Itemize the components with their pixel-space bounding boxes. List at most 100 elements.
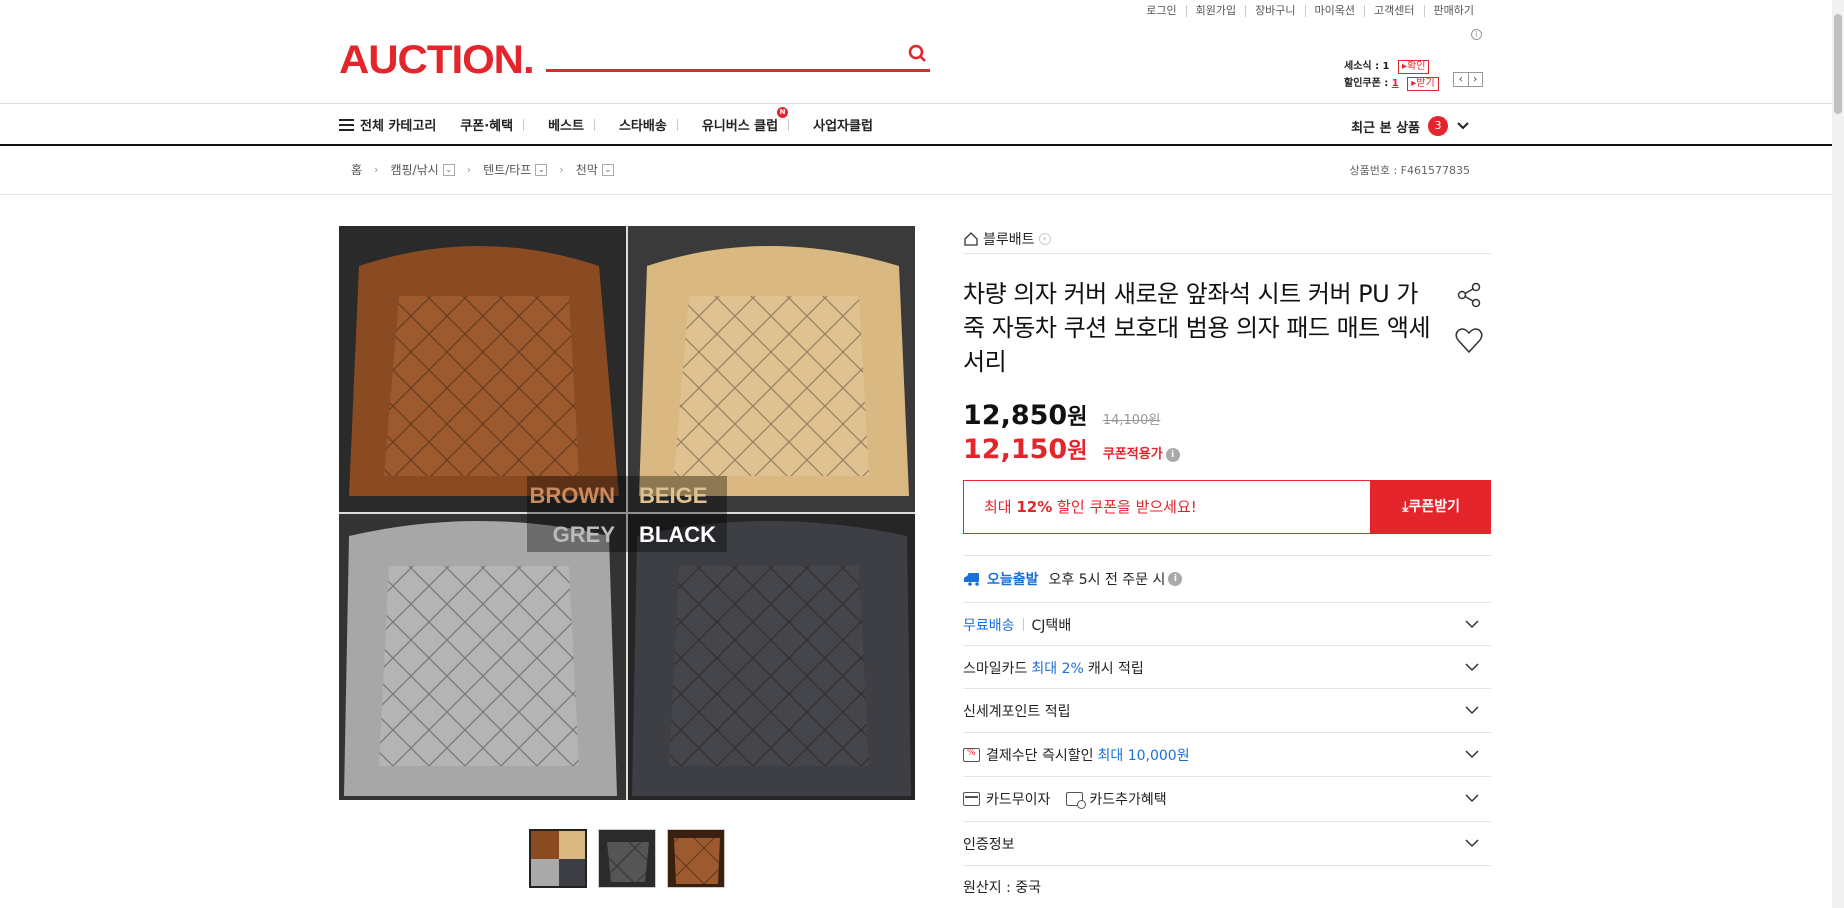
prev-arrow-icon[interactable]: ‹ [1454, 73, 1468, 86]
coupon-receive-label: 쿠폰받기 [1408, 499, 1460, 515]
coupon-price: 12,150원 쿠폰적용가 i [963, 433, 1491, 465]
nav-divider [676, 118, 678, 131]
coupon-info: 할인쿠폰 : 1 ▸받기 [1344, 74, 1439, 91]
chevron-down-icon [1457, 122, 1469, 130]
thumbnail-list [529, 829, 725, 888]
card-interest-free-label: 카드무이자 [986, 791, 1051, 808]
nav-divider [593, 118, 595, 131]
card-icon [963, 791, 980, 806]
share-icon[interactable] [1454, 280, 1484, 310]
chevron-down-icon [1465, 839, 1479, 848]
sale-price-value: 12,850 [963, 400, 1068, 431]
smile-card-row[interactable]: 스마일카드 최대 2% 캐시 적립 [963, 645, 1491, 689]
label-beige: BEIGE [639, 483, 707, 508]
payment-discount-row[interactable]: % 결제수단 즉시할인 최대 10,000원 [963, 732, 1491, 776]
ssg-point-row[interactable]: 신세계포인트 적립 [963, 688, 1491, 732]
mini-pager: ‹ › [1453, 72, 1483, 87]
free-shipping-label: 무료배송 [963, 617, 1015, 634]
chevron-down-icon[interactable]: ⌄ [535, 163, 548, 176]
breadcrumb: 홈 › 캠핑/낚시 ⌄ › 텐트/타프 ⌄ › 천막 ⌄ [351, 161, 614, 178]
breadcrumb-item-camping[interactable]: 캠핑/낚시 [390, 161, 438, 178]
nav-business-club[interactable]: 사업자클럽 [813, 115, 873, 134]
chevron-down-icon [1465, 706, 1479, 715]
nav-coupon-benefit[interactable]: 쿠폰·혜택 [460, 115, 513, 134]
coupon-receive-mini-label: 받기 [1416, 78, 1435, 89]
original-price: 14,100원 [1102, 413, 1161, 428]
info-icon[interactable]: i [1165, 448, 1180, 462]
search-box [546, 38, 930, 72]
smile-card-label: 스마일카드 [963, 660, 1028, 677]
product-main-image[interactable]: BROWN BEIGE GREY BLACK [339, 226, 915, 800]
divider [1022, 618, 1024, 631]
signup-link[interactable]: 회원가입 [1185, 5, 1245, 17]
search-input[interactable] [546, 38, 886, 68]
recent-count-badge: 3 [1428, 116, 1448, 136]
page-scrollbar[interactable] [1832, 0, 1844, 908]
thumbnail-1[interactable] [529, 829, 587, 888]
label-brown: BROWN [529, 483, 615, 508]
ssg-point-label: 신세계포인트 적립 [963, 703, 1071, 720]
chevron-right-icon: › [1038, 232, 1051, 245]
smile-card-rate: 최대 2% [1031, 660, 1084, 677]
today-dispatch-row: 오늘출발 오후 5시 전 주문 시i [963, 555, 1491, 602]
scrollbar-thumb[interactable] [1834, 14, 1842, 114]
login-link[interactable]: 로그인 [1137, 5, 1185, 17]
shipping-row[interactable]: 무료배송 CJ택배 [963, 602, 1491, 646]
nav-divider [788, 118, 790, 131]
customer-center-link[interactable]: 고객센터 [1364, 5, 1423, 17]
thumbnail-2[interactable] [598, 829, 656, 888]
card-benefit-row[interactable]: 카드무이자 카드추가혜택 [963, 776, 1491, 820]
breadcrumb-item-awning[interactable]: 천막 [576, 161, 598, 178]
breadcrumb-item-tent[interactable]: 텐트/타프 [483, 161, 531, 178]
all-category-label: 전체 카테고리 [360, 119, 437, 134]
next-arrow-icon[interactable]: › [1467, 73, 1483, 86]
info-icon[interactable]: i [1168, 572, 1183, 586]
chevron-down-icon[interactable]: ⌄ [442, 163, 455, 176]
chevron-down-icon[interactable]: ⌄ [601, 163, 614, 176]
won-unit: 원 [1067, 439, 1088, 464]
nav-divider [523, 118, 525, 131]
recent-viewed-button[interactable]: 최근 본 상품 3 [1351, 116, 1470, 136]
courier-name: CJ택배 [1031, 617, 1072, 634]
card-extra-benefit-label: 카드추가혜택 [1089, 791, 1167, 808]
main-nav: 전체 카테고리 쿠폰·혜택 베스트 스타배송 유니버스 클럽 N 사업자클럽 최근… [0, 103, 1832, 146]
sell-link[interactable]: 판매하기 [1423, 5, 1483, 17]
my-auction-link[interactable]: 마이옥션 [1304, 5, 1364, 17]
coupon-receive-button[interactable]: ⤓쿠폰받기 [1371, 480, 1491, 534]
coupon-count[interactable]: 1 [1392, 78, 1399, 89]
thumbnail-3[interactable] [667, 829, 725, 888]
coupon-price-tag: 쿠폰적용가 [1102, 447, 1163, 462]
nav-universe-club[interactable]: 유니버스 클럽 N [702, 107, 789, 134]
coupon-message: 최대 12% 할인 쿠폰을 받으세요! [963, 480, 1372, 534]
product-number: 상품번호 : F461577835 [1349, 164, 1471, 177]
origin-row: 원산지 : 중국 [963, 865, 1491, 908]
seat-cover-image: BROWN BEIGE GREY BLACK [339, 226, 915, 800]
coupon-msg-pct: 12% [1016, 498, 1053, 516]
certification-row[interactable]: 인증정보 [963, 821, 1491, 865]
smile-card-suffix: 캐시 적립 [1087, 660, 1144, 677]
cart-link[interactable]: 장바구니 [1245, 5, 1304, 17]
receipt-confirm-button[interactable]: ▸확인 [1398, 60, 1430, 74]
coupon-receive-mini-button[interactable]: ▸받기 [1407, 77, 1439, 91]
nav-best[interactable]: 베스트 [548, 115, 584, 134]
breadcrumb-home[interactable]: 홈 [351, 161, 362, 178]
label-black: BLACK [639, 522, 716, 547]
breadcrumb-sep-icon: › [374, 163, 379, 176]
chevron-down-icon [1465, 750, 1479, 759]
heart-icon[interactable] [1454, 326, 1484, 356]
breadcrumb-bar: 홈 › 캠핑/낚시 ⌄ › 텐트/타프 ⌄ › 천막 ⌄ 상품번호 : F461577… [0, 146, 1832, 195]
breadcrumb-sep-icon: › [466, 163, 472, 176]
coupon-label: 할인쿠폰 : [1344, 78, 1392, 89]
coupon-msg-pre: 최대 [984, 498, 1017, 516]
coupon-price-value: 12,150 [963, 434, 1068, 465]
nav-star-delivery[interactable]: 스타배송 [619, 115, 667, 134]
store-name: 블루배트 [983, 231, 1035, 248]
all-category-button[interactable]: 전체 카테고리 [339, 115, 436, 134]
card-plus-icon [1066, 791, 1087, 809]
search-icon[interactable] [906, 42, 930, 66]
logo[interactable]: AUCTION. [339, 38, 535, 83]
info-icon[interactable]: i [1471, 29, 1482, 40]
store-link[interactable]: 블루배트 › [963, 224, 1491, 254]
payment-discount-amount: 최대 10,000원 [1097, 747, 1190, 764]
receipt-info: 세소식 : 1 ▸확인 [1344, 57, 1430, 74]
